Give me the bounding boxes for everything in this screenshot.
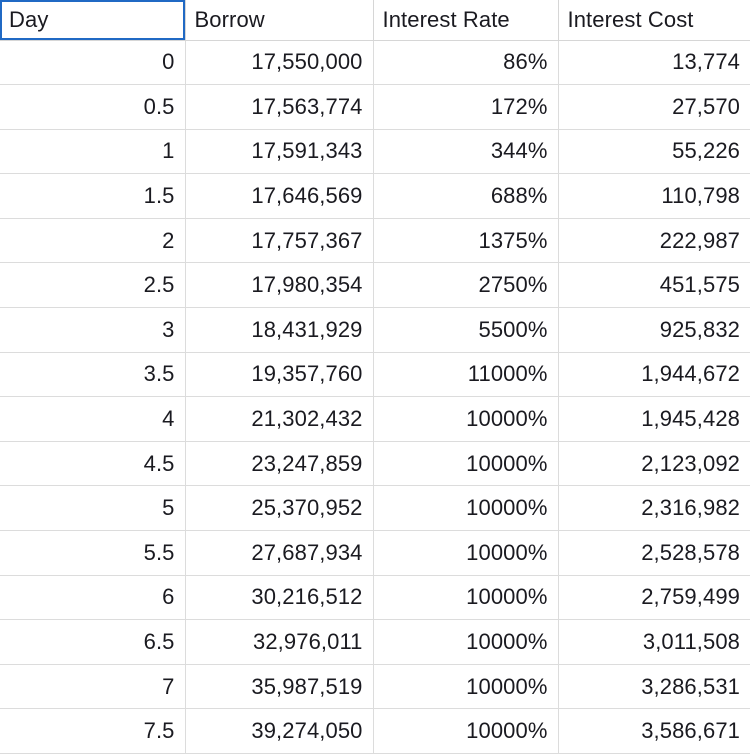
table-row: 6 30,216,512 10000% 2,759,499 [0, 575, 750, 621]
cell-day[interactable]: 5 [0, 485, 186, 532]
cell-borrow[interactable]: 17,646,569 [185, 173, 374, 219]
column-header-day-label: Day [9, 6, 49, 32]
table-row: 6.5 32,976,011 10000% 3,011,508 [0, 619, 750, 665]
cell-rate[interactable]: 10000% [373, 575, 559, 621]
table-row: 3.5 19,357,760 11000% 1,944,672 [0, 352, 750, 398]
table-row: 1.5 17,646,569 688% 110,798 [0, 173, 750, 219]
column-header-borrow[interactable]: Borrow [185, 0, 374, 41]
cell-rate[interactable]: 10000% [373, 530, 559, 576]
header-row: Day Borrow Interest Rate Interest Cost [0, 0, 750, 41]
cell-borrow[interactable]: 23,247,859 [185, 441, 374, 487]
table-row: 2 17,757,367 1375% 222,987 [0, 218, 750, 264]
cell-rate[interactable]: 10000% [373, 708, 559, 754]
cell-borrow[interactable]: 25,370,952 [185, 485, 374, 532]
cell-day[interactable]: 7 [0, 664, 186, 710]
cell-day[interactable]: 3.5 [0, 352, 186, 398]
table-row: 4 21,302,432 10000% 1,945,428 [0, 396, 750, 442]
table-row: 4.5 23,247,859 10000% 2,123,092 [0, 441, 750, 487]
column-header-interest-rate[interactable]: Interest Rate [373, 0, 559, 41]
cell-borrow[interactable]: 17,980,354 [185, 262, 374, 309]
spreadsheet-view: Day Borrow Interest Rate Interest Cost 0… [0, 0, 750, 754]
cell-borrow[interactable]: 18,431,929 [185, 307, 374, 353]
table-row: 5.5 27,687,934 10000% 2,528,578 [0, 530, 750, 576]
cell-day[interactable]: 6.5 [0, 619, 186, 665]
table-header: Day Borrow Interest Rate Interest Cost [0, 0, 750, 41]
cell-day[interactable]: 2.5 [0, 262, 186, 309]
cell-rate[interactable]: 10000% [373, 441, 559, 487]
cell-day[interactable]: 4.5 [0, 441, 186, 487]
cell-cost[interactable]: 2,316,982 [558, 485, 750, 532]
table-body: 0 17,550,000 86% 13,774 0.5 17,563,774 172% 27,… [0, 40, 750, 754]
cell-rate[interactable]: 86% [373, 40, 559, 86]
cell-rate[interactable]: 11000% [373, 352, 559, 398]
cell-cost[interactable]: 3,586,671 [558, 708, 750, 754]
cell-day[interactable]: 3 [0, 307, 186, 353]
cell-cost[interactable]: 2,528,578 [558, 530, 750, 576]
cell-borrow[interactable]: 32,976,011 [185, 619, 374, 665]
cell-day[interactable]: 1 [0, 129, 186, 175]
cell-borrow[interactable]: 27,687,934 [185, 530, 374, 576]
cell-rate[interactable]: 10000% [373, 396, 559, 442]
cell-day[interactable]: 7.5 [0, 708, 186, 754]
table-row: 7 35,987,519 10000% 3,286,531 [0, 664, 750, 710]
column-header-interest-cost[interactable]: Interest Cost [558, 0, 750, 41]
cell-borrow[interactable]: 35,987,519 [185, 664, 374, 710]
cell-day[interactable]: 2 [0, 218, 186, 264]
cell-rate[interactable]: 10000% [373, 664, 559, 710]
cell-borrow[interactable]: 17,591,343 [185, 129, 374, 175]
cell-cost[interactable]: 27,570 [558, 84, 750, 130]
column-header-borrow-label: Borrow [194, 6, 265, 32]
cell-borrow[interactable]: 17,757,367 [185, 218, 374, 264]
cell-cost[interactable]: 3,286,531 [558, 664, 750, 710]
column-header-interest-rate-label: Interest Rate [382, 6, 510, 32]
cell-day[interactable]: 0 [0, 40, 186, 86]
table-row: 5 25,370,952 10000% 2,316,982 [0, 485, 750, 532]
cell-cost[interactable]: 222,987 [558, 218, 750, 264]
cell-cost[interactable]: 1,945,428 [558, 396, 750, 442]
cell-cost[interactable]: 13,774 [558, 40, 750, 86]
cell-rate[interactable]: 10000% [373, 619, 559, 665]
table-row: 2.5 17,980,354 2750% 451,575 [0, 262, 750, 309]
column-header-day[interactable]: Day [0, 0, 186, 41]
cell-cost[interactable]: 451,575 [558, 262, 750, 309]
cell-day[interactable]: 4 [0, 396, 186, 442]
cell-cost[interactable]: 3,011,508 [558, 619, 750, 665]
table-row: 0.5 17,563,774 172% 27,570 [0, 84, 750, 130]
cell-cost[interactable]: 2,759,499 [558, 575, 750, 621]
cell-cost[interactable]: 1,944,672 [558, 352, 750, 398]
table-row: 3 18,431,929 5500% 925,832 [0, 307, 750, 353]
cell-day[interactable]: 0.5 [0, 84, 186, 130]
table-row: 0 17,550,000 86% 13,774 [0, 40, 750, 86]
cell-cost[interactable]: 925,832 [558, 307, 750, 353]
cell-cost[interactable]: 55,226 [558, 129, 750, 175]
cell-borrow[interactable]: 39,274,050 [185, 708, 374, 754]
cell-cost[interactable]: 110,798 [558, 173, 750, 219]
table-row: 1 17,591,343 344% 55,226 [0, 129, 750, 175]
table-row: 7.5 39,274,050 10000% 3,586,671 [0, 708, 750, 754]
cell-rate[interactable]: 172% [373, 84, 559, 130]
cell-rate[interactable]: 2750% [373, 262, 559, 309]
cell-day[interactable]: 6 [0, 575, 186, 621]
cell-rate[interactable]: 1375% [373, 218, 559, 264]
cell-rate[interactable]: 688% [373, 173, 559, 219]
cell-rate[interactable]: 5500% [373, 307, 559, 353]
cell-borrow[interactable]: 17,550,000 [185, 40, 374, 86]
cell-cost[interactable]: 2,123,092 [558, 441, 750, 487]
data-table: Day Borrow Interest Rate Interest Cost 0… [0, 0, 750, 754]
cell-borrow[interactable]: 17,563,774 [185, 84, 374, 130]
cell-borrow[interactable]: 19,357,760 [185, 352, 374, 398]
cell-borrow[interactable]: 30,216,512 [185, 575, 374, 621]
cell-rate[interactable]: 10000% [373, 485, 559, 532]
cell-borrow[interactable]: 21,302,432 [185, 396, 374, 442]
cell-day[interactable]: 1.5 [0, 173, 186, 219]
cell-day[interactable]: 5.5 [0, 530, 186, 576]
cell-rate[interactable]: 344% [373, 129, 559, 175]
column-header-interest-cost-label: Interest Cost [567, 6, 694, 32]
